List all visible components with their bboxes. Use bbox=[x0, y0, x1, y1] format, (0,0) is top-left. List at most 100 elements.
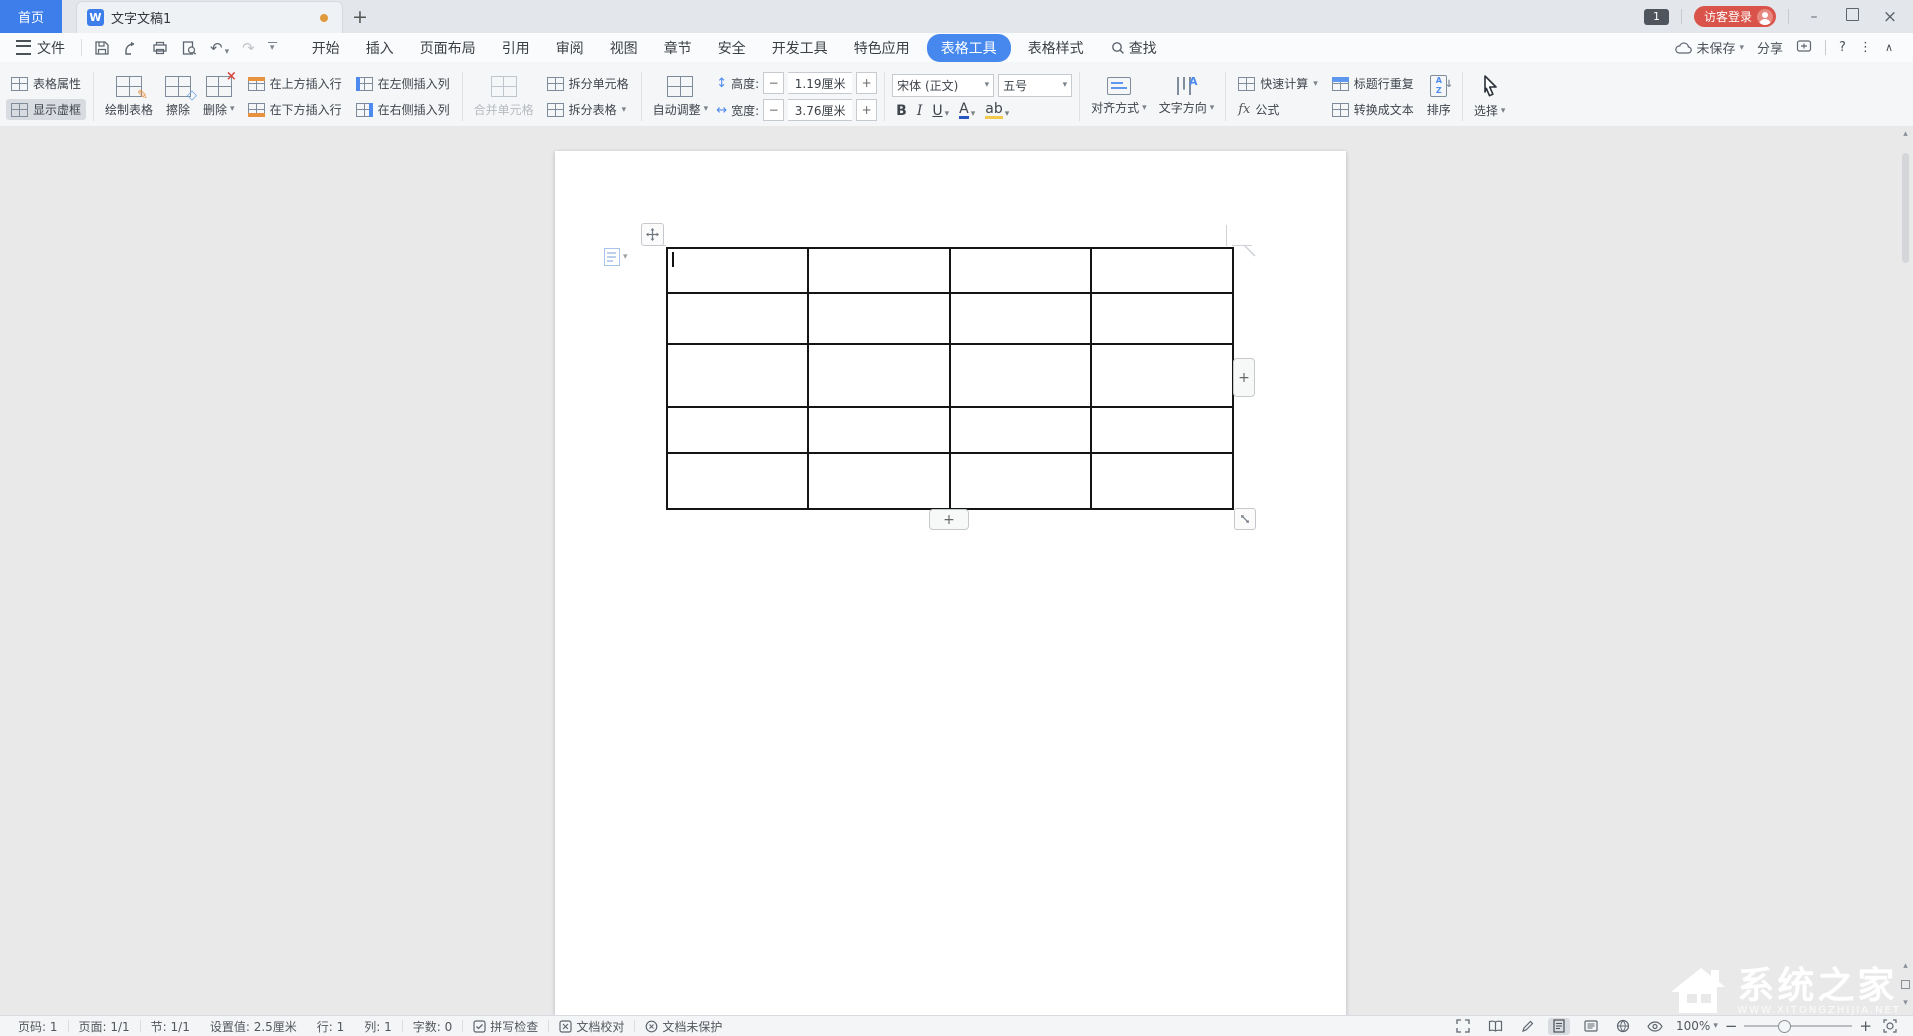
more-menu-button[interactable]: ⋮ bbox=[1859, 40, 1872, 55]
sort-button[interactable]: AZ 排序 bbox=[1421, 65, 1457, 128]
print-preview-button[interactable] bbox=[181, 40, 197, 56]
insert-row-below-button[interactable]: 在下方插入行 bbox=[243, 99, 347, 120]
write-mode-button[interactable] bbox=[1516, 1018, 1538, 1035]
menu-special-features[interactable]: 特色应用 bbox=[841, 34, 923, 62]
table-cell[interactable] bbox=[949, 343, 1092, 408]
zoom-level-button[interactable]: 100% ▾ bbox=[1676, 1019, 1718, 1033]
protection-status[interactable]: 文档未保护 bbox=[635, 1018, 732, 1035]
task-center-badge[interactable]: 1 bbox=[1643, 8, 1669, 25]
zoom-slider-thumb[interactable] bbox=[1778, 1020, 1792, 1033]
underline-button[interactable]: U ▾ bbox=[932, 103, 949, 119]
repeat-header-button[interactable]: 标题行重复 bbox=[1327, 73, 1419, 94]
insert-row-above-button[interactable]: 在上方插入行 bbox=[243, 73, 347, 94]
insert-col-left-button[interactable]: 在左侧插入列 bbox=[351, 73, 455, 94]
read-mode-button[interactable] bbox=[1484, 1018, 1506, 1035]
table-cell[interactable] bbox=[1090, 452, 1234, 510]
print-button[interactable] bbox=[152, 40, 168, 56]
guest-login-button[interactable]: 访客登录 bbox=[1693, 6, 1776, 27]
add-row-button[interactable]: + bbox=[929, 509, 969, 530]
undo-button[interactable]: ↶ ▾ bbox=[210, 39, 229, 57]
table-cell[interactable] bbox=[807, 406, 951, 454]
insert-col-right-button[interactable]: 在右侧插入列 bbox=[351, 99, 455, 120]
split-cells-button[interactable]: 拆分单元格 bbox=[542, 73, 634, 94]
table-resize-handle[interactable] bbox=[1234, 508, 1256, 530]
width-increase-button[interactable]: + bbox=[856, 99, 878, 121]
table-move-handle[interactable] bbox=[641, 223, 664, 246]
width-decrease-button[interactable]: − bbox=[763, 99, 785, 121]
table-cell[interactable] bbox=[807, 452, 951, 510]
maximize-button[interactable] bbox=[1839, 8, 1865, 25]
height-value-field[interactable]: 1.19厘米 bbox=[788, 72, 853, 94]
italic-button[interactable]: I bbox=[917, 103, 923, 119]
width-value-field[interactable]: 3.76厘米 bbox=[788, 99, 853, 121]
share-button[interactable]: 分享 bbox=[1757, 38, 1783, 57]
table-cell[interactable] bbox=[807, 292, 951, 345]
zoom-out-button[interactable]: − bbox=[1725, 1017, 1738, 1035]
menu-section[interactable]: 章节 bbox=[651, 34, 705, 62]
scrollbar-thumb[interactable] bbox=[1902, 153, 1909, 263]
select-button[interactable]: 选择 ▾ bbox=[1468, 65, 1512, 128]
web-view-button[interactable] bbox=[1612, 1018, 1634, 1035]
table-cell[interactable] bbox=[1090, 343, 1234, 408]
help-button[interactable]: ? bbox=[1839, 40, 1846, 55]
save-status-button[interactable]: 未保存 ▾ bbox=[1675, 38, 1744, 57]
table-cell[interactable] bbox=[666, 292, 809, 345]
add-column-button[interactable]: + bbox=[1233, 358, 1255, 397]
bold-button[interactable]: B bbox=[896, 103, 907, 119]
menu-table-tools-active[interactable]: 表格工具 bbox=[926, 33, 1011, 62]
table-properties-button[interactable]: 表格属性 bbox=[6, 73, 86, 94]
autofit-button[interactable]: 自动调整 ▾ bbox=[647, 65, 715, 128]
customize-qat-button[interactable]: ▾ bbox=[267, 41, 277, 53]
page-view-button[interactable] bbox=[1548, 1017, 1570, 1035]
zoom-slider[interactable] bbox=[1744, 1020, 1853, 1033]
table-cell[interactable] bbox=[666, 452, 809, 510]
font-name-select[interactable]: 宋体 (正文) ▾ bbox=[892, 73, 995, 97]
menu-table-style[interactable]: 表格样式 bbox=[1015, 34, 1097, 62]
font-color-button[interactable]: A ▾ bbox=[959, 101, 975, 120]
menu-start[interactable]: 开始 bbox=[299, 34, 353, 62]
find-button[interactable]: 查找 bbox=[1111, 38, 1157, 58]
menu-insert[interactable]: 插入 bbox=[353, 34, 407, 62]
home-tab[interactable]: 首页 bbox=[0, 0, 62, 33]
spell-check-button[interactable]: 拼写检查 bbox=[463, 1018, 548, 1035]
menu-view[interactable]: 视图 bbox=[597, 34, 651, 62]
merge-cells-button[interactable]: 合并单元格 bbox=[468, 65, 540, 128]
table-cell[interactable] bbox=[807, 247, 951, 294]
redo-button[interactable]: ↷ bbox=[242, 39, 255, 57]
menu-page-layout[interactable]: 页面布局 bbox=[407, 34, 489, 62]
menu-review[interactable]: 审阅 bbox=[543, 34, 597, 62]
paragraph-style-control[interactable]: ▾ bbox=[604, 248, 628, 266]
table-cell[interactable] bbox=[1090, 406, 1234, 454]
fullscreen-button[interactable] bbox=[1452, 1018, 1474, 1035]
table-cell[interactable] bbox=[666, 247, 809, 294]
delete-button[interactable]: × 删除 ▾ bbox=[197, 70, 241, 120]
quick-calc-button[interactable]: 快速计算 ▾ bbox=[1233, 73, 1323, 94]
fit-page-button[interactable] bbox=[1879, 1018, 1901, 1035]
menu-references[interactable]: 引用 bbox=[489, 34, 543, 62]
vertical-scrollbar[interactable]: ▴ ▴ ▾ bbox=[1898, 126, 1913, 1016]
table-cell[interactable] bbox=[949, 406, 1092, 454]
draw-table-button[interactable]: ✎ 绘制表格 bbox=[99, 74, 159, 120]
table-cell[interactable] bbox=[1090, 292, 1234, 345]
close-button[interactable]: × bbox=[1877, 7, 1903, 27]
menu-security[interactable]: 安全 bbox=[705, 34, 759, 62]
height-decrease-button[interactable]: − bbox=[763, 72, 785, 94]
table-cell[interactable] bbox=[666, 406, 809, 454]
outline-view-button[interactable] bbox=[1580, 1018, 1602, 1035]
save-button[interactable] bbox=[94, 40, 110, 56]
next-page-button[interactable]: ▾ bbox=[1903, 998, 1908, 1008]
table-cell[interactable] bbox=[949, 292, 1092, 345]
menu-dev-tools[interactable]: 开发工具 bbox=[759, 34, 841, 62]
split-table-button[interactable]: 拆分表格 ▾ bbox=[542, 99, 634, 120]
table-cell[interactable] bbox=[949, 247, 1092, 294]
document-table[interactable] bbox=[666, 247, 1234, 510]
height-increase-button[interactable]: + bbox=[856, 72, 878, 94]
zoom-in-button[interactable]: + bbox=[1859, 1017, 1872, 1035]
table-cell[interactable] bbox=[807, 343, 951, 408]
table-cell[interactable] bbox=[1090, 247, 1234, 294]
show-gridlines-button[interactable]: 显示虚框 bbox=[6, 99, 87, 120]
previous-page-button[interactable]: ▴ bbox=[1903, 961, 1908, 971]
formula-button[interactable]: fx 公式 bbox=[1233, 99, 1323, 120]
export-pdf-button[interactable] bbox=[123, 40, 139, 56]
table-cell[interactable] bbox=[666, 343, 809, 408]
